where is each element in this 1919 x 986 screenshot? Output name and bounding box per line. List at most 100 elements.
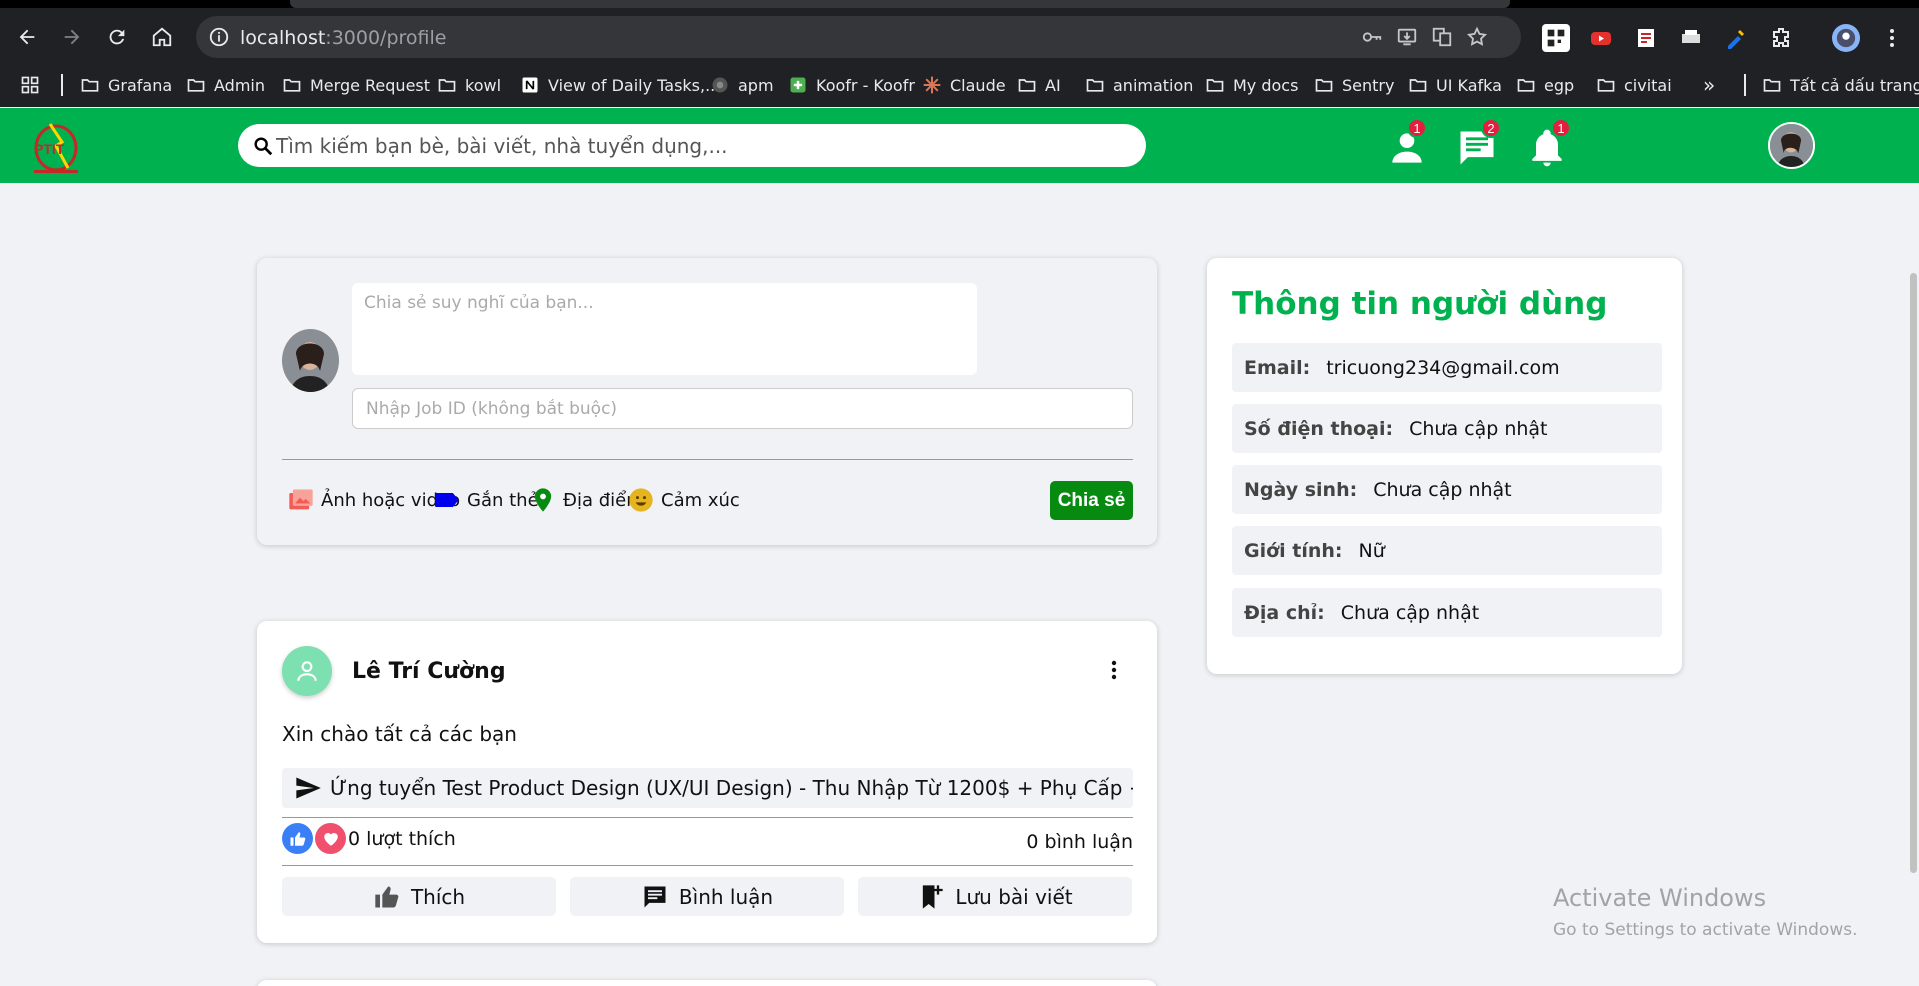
- reaction-summary[interactable]: 0 lượt thích: [282, 823, 456, 854]
- notifications-nav-button[interactable]: 1: [1525, 118, 1571, 170]
- active-tab[interactable]: [290, 0, 1510, 8]
- folder-icon: [1086, 79, 1104, 92]
- post-author-avatar[interactable]: [282, 646, 332, 696]
- search-icon: [254, 137, 273, 156]
- heart-reaction-icon: [315, 823, 346, 854]
- messages-nav-button[interactable]: 2: [1455, 118, 1501, 170]
- page-scrollbar[interactable]: [1907, 183, 1919, 986]
- save-post-label: Lưu bài viết: [955, 884, 1073, 909]
- qr-extension-icon[interactable]: [1542, 24, 1570, 52]
- tag-label: Gắn thẻ: [467, 489, 539, 511]
- send-icon: [296, 777, 321, 799]
- like-button[interactable]: Thích: [282, 877, 556, 916]
- password-key-icon[interactable]: [1361, 26, 1383, 48]
- job-id-input[interactable]: [352, 388, 1133, 429]
- bookmark-label: apm: [738, 75, 774, 95]
- bookmarks-overflow-button[interactable]: »: [1703, 73, 1715, 97]
- comment-count[interactable]: 0 bình luận: [1026, 831, 1133, 853]
- apps-grid-icon[interactable]: [20, 73, 40, 97]
- comment-button[interactable]: Bình luận: [570, 877, 844, 916]
- bookmark-apm[interactable]: apm: [710, 73, 774, 97]
- bookmark-claude[interactable]: Claude: [922, 73, 1006, 97]
- user-avatar[interactable]: [1768, 122, 1815, 169]
- bookmark-view-of-daily-tasks[interactable]: View of Daily Tasks,...: [520, 73, 720, 97]
- post-text: Xin chào tất cả các bạn: [282, 722, 517, 746]
- folder-icon: [1315, 79, 1333, 92]
- youtube-extension-icon[interactable]: [1587, 24, 1615, 52]
- bookmark-label: Claude: [950, 75, 1006, 95]
- windows-activation-watermark: Activate Windows Go to Settings to activ…: [1553, 884, 1858, 940]
- tab-strip: [0, 0, 1919, 8]
- person-outline-icon: [297, 661, 317, 681]
- url-host: localhost: [240, 27, 326, 49]
- ptit-logo[interactable]: PTIT: [30, 116, 86, 176]
- all-bookmarks-label: Tất cả dấu trang: [1790, 75, 1919, 95]
- friends-nav-button[interactable]: 1: [1385, 118, 1429, 170]
- user-info-title: Thông tin người dùng: [1232, 286, 1608, 322]
- bookmark-my-docs[interactable]: My docs: [1205, 73, 1298, 97]
- bookmark-star-icon[interactable]: [1466, 26, 1488, 48]
- bookmark-ui-kafka[interactable]: UI Kafka: [1408, 73, 1502, 97]
- composer-divider: [282, 459, 1133, 460]
- notion-icon: [522, 77, 538, 93]
- back-icon[interactable]: [10, 20, 44, 54]
- smiley-icon: [629, 488, 653, 512]
- tag-icon: [435, 493, 459, 507]
- forward-icon[interactable]: [55, 20, 89, 54]
- bookmark-admin[interactable]: Admin: [186, 73, 265, 97]
- site-info-icon[interactable]: [208, 26, 230, 48]
- color-picker-extension-icon[interactable]: [1722, 24, 1750, 52]
- bookmark-label: Koofr - Koofr: [816, 75, 915, 95]
- bookmark-grafana[interactable]: Grafana: [80, 73, 172, 97]
- bookmark-label: My docs: [1233, 75, 1299, 95]
- save-post-button[interactable]: Lưu bài viết: [858, 877, 1132, 916]
- folder-icon: [1517, 79, 1535, 92]
- info-key: Số điện thoại:: [1244, 417, 1394, 440]
- bookmark-civitai[interactable]: civitai: [1596, 73, 1672, 97]
- extensions-puzzle-icon[interactable]: [1767, 24, 1795, 52]
- bookmark-egp[interactable]: egp: [1516, 73, 1574, 97]
- scrollbar-thumb[interactable]: [1910, 273, 1917, 873]
- profile-avatar-icon[interactable]: [1832, 24, 1860, 52]
- bookmark-add-icon: [923, 884, 944, 909]
- koofr-icon: [790, 77, 806, 93]
- home-icon[interactable]: [145, 20, 179, 54]
- search-bar[interactable]: [238, 124, 1146, 167]
- bookmark-ai[interactable]: AI: [1017, 73, 1061, 97]
- more-options-icon[interactable]: [1102, 658, 1126, 682]
- info-row-birthday: Ngày sinh: Chưa cập nhật: [1232, 465, 1662, 514]
- install-app-icon[interactable]: [1396, 26, 1418, 48]
- notes-extension-icon[interactable]: [1632, 24, 1660, 52]
- post-author-name[interactable]: Lê Trí Cường: [352, 659, 506, 684]
- folder-icon: [283, 79, 301, 92]
- post-divider: [282, 817, 1133, 818]
- folder-icon: [1018, 79, 1036, 92]
- bookmark-animation[interactable]: animation: [1085, 73, 1193, 97]
- bookmark-merge-request[interactable]: Merge Request: [282, 73, 430, 97]
- like-reaction-icon: [282, 823, 313, 854]
- feeling-button[interactable]: Cảm xúc: [627, 484, 740, 516]
- share-button[interactable]: Chia sẻ: [1050, 481, 1133, 520]
- bookmark-label: kowl: [465, 75, 502, 95]
- info-row-phone: Số điện thoại: Chưa cập nhật: [1232, 404, 1662, 453]
- job-link[interactable]: Ứng tuyển Test Product Design (UX/UI Des…: [282, 768, 1133, 808]
- info-row-email: Email: tricuong234@gmail.com: [1232, 343, 1662, 392]
- bookmark-sentry[interactable]: Sentry: [1314, 73, 1394, 97]
- print-extension-icon[interactable]: [1677, 24, 1705, 52]
- search-input[interactable]: [276, 130, 1126, 161]
- chrome-menu-icon[interactable]: [1878, 24, 1906, 52]
- bookmark-koofr-koofr[interactable]: Koofr - Koofr: [788, 73, 915, 97]
- photo-icon: [289, 489, 313, 510]
- all-bookmarks-button[interactable]: Tất cả dấu trang: [1762, 73, 1919, 97]
- tag-button[interactable]: Gắn thẻ: [433, 484, 539, 516]
- bookmark-kowl[interactable]: kowl: [437, 73, 501, 97]
- url-path: :3000/profile: [325, 27, 447, 49]
- apm-icon: [712, 77, 728, 93]
- folder-icon: [1206, 79, 1224, 92]
- composer-avatar: [282, 329, 339, 392]
- post-content-input[interactable]: [352, 283, 977, 375]
- address-url[interactable]: localhost:3000/profile: [240, 27, 446, 49]
- reload-icon[interactable]: [100, 20, 134, 54]
- translate-icon[interactable]: [1431, 26, 1453, 48]
- address-bar[interactable]: localhost:3000/profile: [196, 16, 1521, 58]
